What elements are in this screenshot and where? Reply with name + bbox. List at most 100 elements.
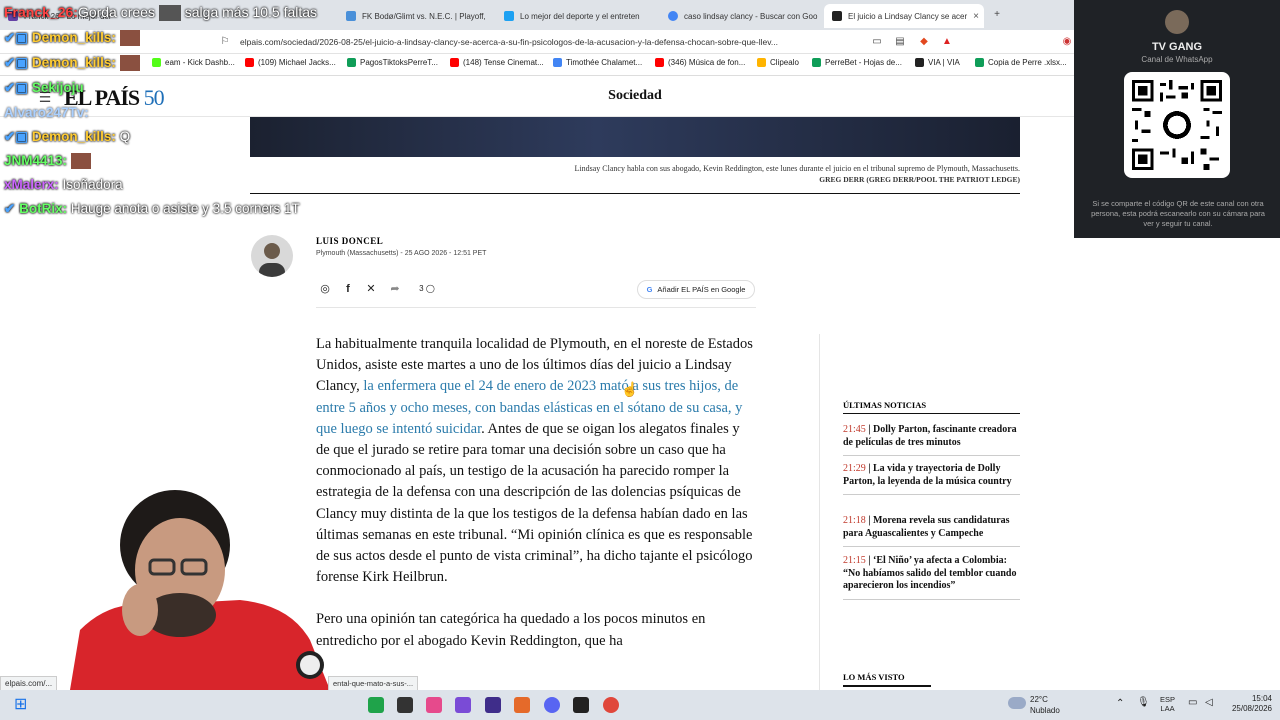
emote xyxy=(119,30,140,47)
share-icon[interactable]: ➦ xyxy=(386,281,404,297)
webcam-overlay xyxy=(40,490,360,690)
bookmark-item[interactable]: Copia de Perre .xlsx... xyxy=(975,58,1067,67)
chat-message: ✔▣ Demon_kills: xyxy=(4,55,140,72)
bookmark-item[interactable]: PagosTiktoksPerreT... xyxy=(347,58,438,67)
divider xyxy=(250,193,1020,194)
chat-message: ✔▣ Demon_kills: Q xyxy=(4,129,131,144)
el-pais-favicon xyxy=(832,11,842,21)
bookmark-star-icon[interactable]: ⚐ xyxy=(218,35,232,49)
sidebar-divider xyxy=(819,334,820,690)
close-tab-icon[interactable]: × xyxy=(973,11,979,22)
news-item[interactable]: 21:15 | ‘El Niño’ ya afecta a Colombia: … xyxy=(843,555,1020,600)
divider xyxy=(843,413,1020,414)
bookmark-item[interactable]: (109) Michael Jacks... xyxy=(245,58,336,67)
channel-name: TV GANG xyxy=(1151,41,1203,53)
chat-message: Alvaro247Tv: xyxy=(4,105,89,120)
emote xyxy=(119,55,140,72)
taskbar-app-icon[interactable] xyxy=(603,697,619,713)
qr-note: Si se comparte el código QR de este cana… xyxy=(1091,199,1265,228)
taskbar-app-icon[interactable] xyxy=(573,697,589,713)
bookmark-item[interactable]: eam - Kick Dashb... xyxy=(152,58,235,67)
facebook-share-icon[interactable]: f xyxy=(339,281,357,297)
qr-code xyxy=(1124,72,1230,178)
mouse-cursor-icon: ☝ xyxy=(621,381,639,397)
news-item[interactable]: 21:45 | Dolly Parton, fascinante creador… xyxy=(843,424,1020,456)
microphone-icon[interactable]: 🎙 xyxy=(1137,697,1150,708)
taskbar-app-icon[interactable] xyxy=(397,697,413,713)
comments-button[interactable]: 3 ◯ xyxy=(414,281,440,297)
photo-credit: GREG DERR (GREG DERR/POOL THE PATRIOT LE… xyxy=(819,175,1020,184)
tab-lo-mejor[interactable]: Lo mejor del deporte y el entreten xyxy=(496,4,654,28)
url-field[interactable]: elpais.com/sociedad/2026-08-25/el-juicio… xyxy=(240,33,860,51)
clock[interactable]: 15:04 25/08/2026 xyxy=(1222,694,1272,714)
x-share-icon[interactable]: ✕ xyxy=(362,281,380,297)
badge-icon: ✔ xyxy=(4,201,16,216)
discord-icon[interactable] xyxy=(544,697,560,713)
caption-text: Lindsay Clancy habla con sus abogado, Ke… xyxy=(574,164,1020,173)
bookmark-item[interactable]: Clipealo xyxy=(757,58,799,67)
rewards-icon[interactable]: ▲ xyxy=(940,35,954,49)
divider xyxy=(843,685,931,687)
status-link-preview: elpais.com/... xyxy=(0,676,58,691)
divider xyxy=(316,307,756,308)
chat-message: ✔▣ Sekijoju xyxy=(4,80,84,95)
reader-icon[interactable]: ▤ xyxy=(893,35,907,49)
weather-temp[interactable]: 22°C xyxy=(1030,695,1048,704)
chat-message: xMalerx: Isoñadora xyxy=(4,177,123,192)
taskbar-app-icon[interactable] xyxy=(426,697,442,713)
tray-chevron-icon[interactable]: ⌃ xyxy=(1116,698,1124,709)
google-icon: G xyxy=(646,285,653,294)
tab-favicon xyxy=(504,11,514,21)
latest-news-title: ÚLTIMAS NOTICIAS xyxy=(843,400,927,410)
chat-message: JNM4413: xyxy=(4,153,91,170)
windows-start-icon[interactable]: ⊞ xyxy=(14,697,30,713)
whatsapp-share-icon[interactable]: ◎ xyxy=(316,281,334,297)
brave-shield-icon[interactable]: ◆ xyxy=(917,35,931,49)
google-icon xyxy=(668,11,678,21)
whatsapp-channel-panel: TV GANG Canal de WhatsApp Si se comparte… xyxy=(1074,0,1280,238)
section-title[interactable]: Sociedad xyxy=(560,88,710,104)
volume-icon[interactable]: ◁ xyxy=(1205,697,1213,708)
network-icon[interactable]: ▭ xyxy=(1188,697,1197,708)
bookmark-item[interactable]: VIA | VIA xyxy=(915,58,960,67)
photo-caption: Lindsay Clancy habla con sus abogado, Ke… xyxy=(250,163,1020,185)
bookmark-item[interactable]: (148) Tense Cinemat... xyxy=(450,58,544,67)
badge-icon: ✔▣ xyxy=(4,30,29,45)
bookmark-item[interactable]: Timothée Chalamet... xyxy=(553,58,642,67)
tab-el-pais[interactable]: El juicio a Lindsay Clancy se acer × xyxy=(824,4,984,28)
tab-favicon xyxy=(346,11,356,21)
tab-bodo[interactable]: FK Bodø/Glimt vs. N.E.C. | Playoff, vue xyxy=(338,4,488,28)
channel-subtitle: Canal de WhatsApp xyxy=(1141,55,1213,64)
badge-icon: ✔▣ xyxy=(4,80,29,95)
channel-avatar xyxy=(1165,10,1189,34)
author-name[interactable]: LUIS DONCEL xyxy=(316,236,383,246)
chat-message: ✔ BotRix: Hauge anota o asiste y 3.5 cor… xyxy=(4,201,300,216)
news-item[interactable]: 21:18 | Morena revela sus candidaturas p… xyxy=(843,515,1020,547)
language-indicator[interactable]: ESP LAA xyxy=(1160,695,1175,713)
taskbar-app-icon[interactable] xyxy=(368,697,384,713)
paragraph: Pero una opinión tan categórica ha queda… xyxy=(316,611,706,649)
emote xyxy=(158,5,181,22)
author-avatar[interactable] xyxy=(251,235,293,277)
chat-message: ✔▣ Demon_kills: xyxy=(4,30,140,47)
paragraph: La habitualmente tranquila localidad de … xyxy=(316,336,753,586)
new-tab-button[interactable]: + xyxy=(990,8,1004,22)
taskbar-app-icon[interactable] xyxy=(455,697,471,713)
status-link-preview: ental-que-mato-a-sus-... xyxy=(328,676,419,691)
emote xyxy=(70,153,91,170)
article-photo xyxy=(250,117,1020,157)
taskbar: ⊞ 22°C Nublado ⌃ 🎙 ESP LAA ▭ ◁ 15:04 25/08… xyxy=(0,690,1280,720)
tab-google-search[interactable]: caso lindsay clancy - Buscar con Goo xyxy=(660,4,818,28)
taskbar-app-icon[interactable] xyxy=(485,697,501,713)
add-el-pais-google-button[interactable]: G Añadir EL PAÍS en Google xyxy=(637,280,755,299)
extension-icon[interactable]: ◉ xyxy=(1060,35,1074,49)
site-header: ☰ EL PAÍS 50 Sociedad xyxy=(0,77,1074,117)
bookmarks-bar: eam - Kick Dashb... (109) Michael Jacks.… xyxy=(0,54,1075,76)
taskbar-app-icon[interactable] xyxy=(514,697,530,713)
news-item[interactable]: 21:29 | La vida y trayectoria de Dolly P… xyxy=(843,463,1020,495)
cast-icon[interactable]: ▭ xyxy=(870,35,884,49)
most-read-title: LO MÁS VISTO xyxy=(843,672,905,682)
bookmark-item[interactable]: PerreBet - Hojas de... xyxy=(812,58,902,67)
bookmark-item[interactable]: (346) Música de fon... xyxy=(655,58,745,67)
article-body: La habitualmente tranquila localidad de … xyxy=(316,334,756,673)
